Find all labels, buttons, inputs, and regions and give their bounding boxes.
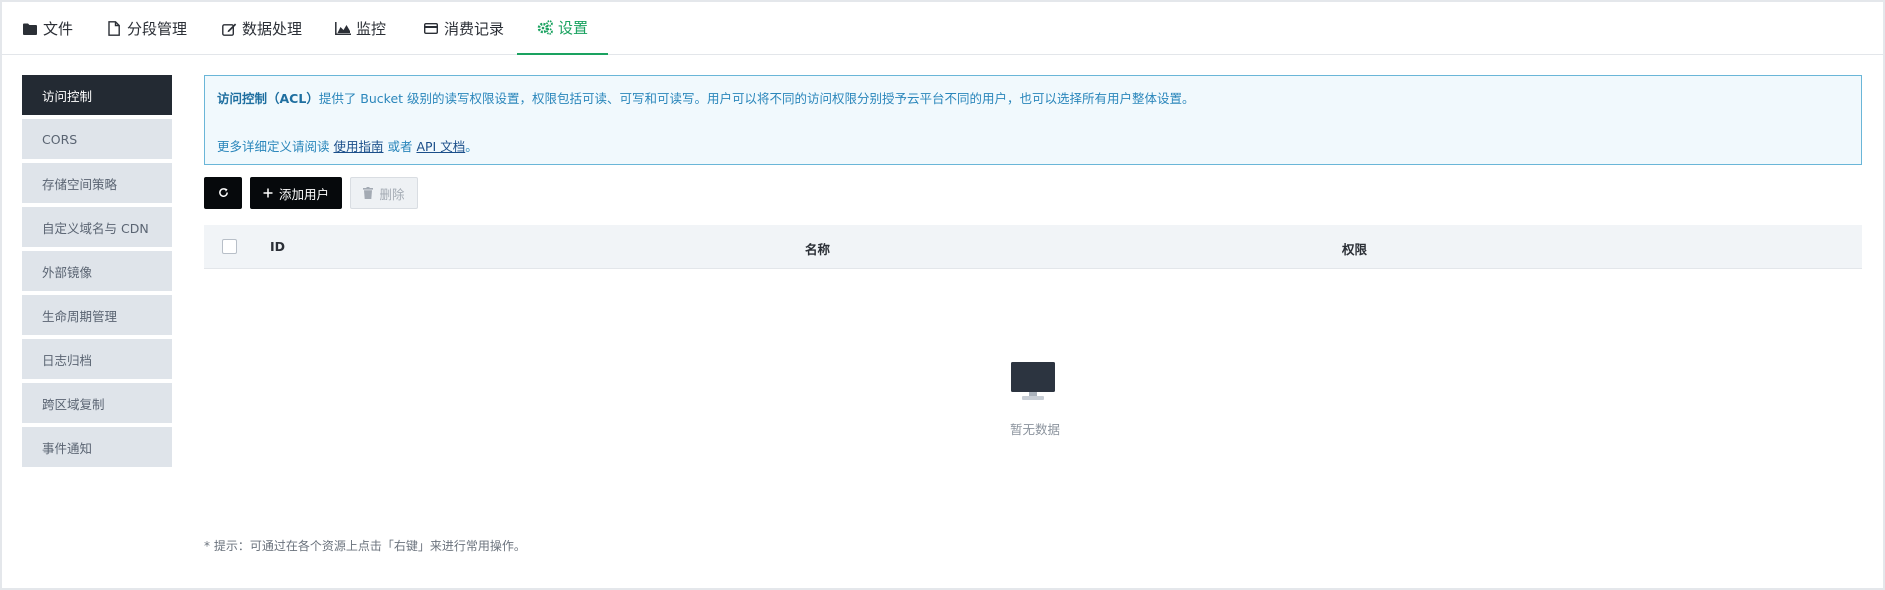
trash-icon (363, 187, 374, 199)
monitor-icon (1010, 362, 1056, 406)
tab-consumption-records[interactable]: 消费记录 (423, 2, 504, 55)
column-header-id[interactable]: ID (270, 239, 285, 254)
credit-card-icon (423, 21, 439, 37)
tab-label: 数据处理 (242, 20, 303, 38)
tab-label: 文件 (43, 20, 74, 38)
tab-label: 消费记录 (444, 20, 505, 38)
tab-settings[interactable]: 设置 (517, 2, 609, 55)
sidebar-item-custom-domain-cdn[interactable]: 自定义域名与 CDN (22, 207, 172, 247)
notice-line-1: 访问控制（ACL）提供了 Bucket 级别的读写权限设置，权限包括可读、可写和… (217, 88, 1195, 107)
plus-icon (263, 188, 273, 198)
tab-label: 监控 (356, 20, 387, 38)
add-user-label: 添加用户 (278, 186, 329, 202)
top-tab-bar: 文件 分段管理 数据处理 监控 消费记录 设置 (2, 2, 1883, 55)
notice-suffix: 。 (465, 139, 478, 154)
edit-icon (221, 21, 237, 37)
api-docs-link[interactable]: API 文档 (416, 139, 465, 154)
column-header-permission[interactable]: 权限 (1342, 239, 1367, 258)
add-user-button[interactable]: 添加用户 (250, 177, 342, 209)
notice-prefix: 更多详细定义请阅读 (217, 139, 334, 154)
notice-title: 访问控制（ACL） (217, 91, 319, 106)
tab-data-processing[interactable]: 数据处理 (221, 2, 302, 55)
sidebar-item-bucket-policy[interactable]: 存储空间策略 (22, 163, 172, 203)
notice-mid: 或者 (383, 139, 417, 154)
sidebar-item-log-archive[interactable]: 日志归档 (22, 339, 172, 379)
tab-monitoring[interactable]: 监控 (335, 2, 386, 55)
file-icon (106, 21, 122, 37)
area-chart-icon (335, 21, 351, 37)
delete-button[interactable]: 删除 (350, 177, 418, 209)
tab-label: 设置 (558, 19, 589, 37)
sidebar-item-external-mirror[interactable]: 外部镜像 (22, 251, 172, 291)
folder-icon (22, 21, 38, 37)
tab-segment-management[interactable]: 分段管理 (106, 2, 187, 55)
refresh-icon (218, 186, 229, 201)
refresh-button[interactable] (204, 177, 242, 209)
acl-table-header: ID 名称 权限 (204, 225, 1862, 269)
tab-label: 分段管理 (127, 20, 188, 38)
delete-label: 删除 (379, 186, 405, 202)
notice-line-2: 更多详细定义请阅读 使用指南 或者 API 文档。 (217, 136, 478, 155)
column-header-name[interactable]: 名称 (805, 239, 830, 258)
tab-files[interactable]: 文件 (22, 2, 73, 55)
sidebar-item-cors[interactable]: CORS (22, 119, 172, 159)
empty-state-text: 暂无数据 (1010, 422, 1061, 437)
acl-notice-box: 访问控制（ACL）提供了 Bucket 级别的读写权限设置，权限包括可读、可写和… (204, 75, 1862, 165)
sidebar-item-cross-region-replication[interactable]: 跨区域复制 (22, 383, 172, 423)
sidebar-item-access-control[interactable]: 访问控制 (22, 75, 172, 115)
select-all-checkbox[interactable] (222, 239, 237, 254)
sidebar-item-lifecycle[interactable]: 生命周期管理 (22, 295, 172, 335)
cogs-icon (537, 20, 553, 36)
usage-hint: * 提示：可通过在各个资源上点击「右键」来进行常用操作。 (204, 539, 526, 553)
notice-text: 提供了 Bucket 级别的读写权限设置，权限包括可读、可写和可读写。用户可以将… (318, 91, 1195, 106)
usage-guide-link[interactable]: 使用指南 (333, 139, 383, 154)
sidebar-item-event-notification[interactable]: 事件通知 (22, 427, 172, 467)
